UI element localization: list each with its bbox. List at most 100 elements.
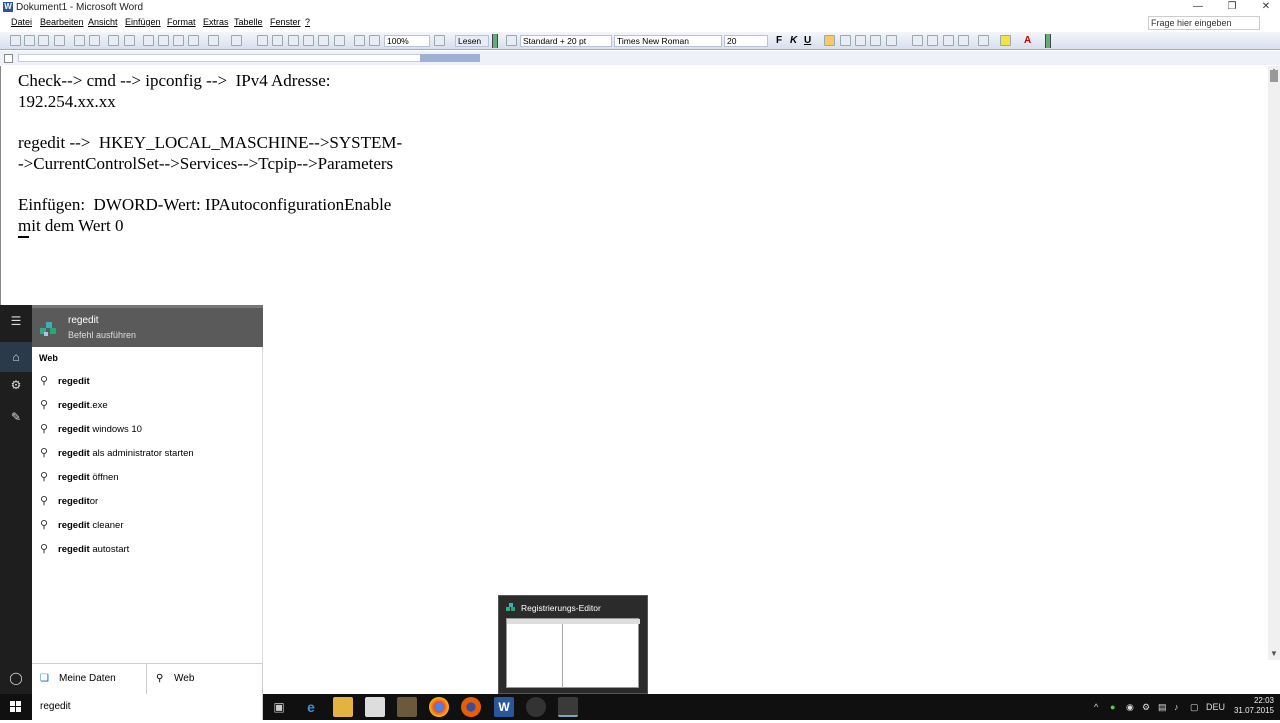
store-icon[interactable] [365,697,385,717]
best-match-item[interactable]: regedit Befehl ausführen [32,305,263,347]
new-document-icon[interactable] [10,35,21,46]
underline-icon[interactable]: U [804,35,811,46]
cut-icon[interactable] [143,35,154,46]
ruler-right-margin[interactable] [420,54,480,62]
highlight-icon[interactable] [1000,35,1011,46]
search-result[interactable]: ⚲ regeditor [32,491,262,513]
menu-help[interactable]: ? [305,17,310,27]
my-stuff-button[interactable]: Meine Daten [59,673,116,684]
search-result[interactable]: ⚲ regedit autostart [32,539,262,561]
zoom-select[interactable]: 100% [384,35,430,47]
format-painter-icon[interactable] [188,35,199,46]
search-result[interactable]: ⚲ regedit öffnen [32,467,262,489]
search-result[interactable]: ⚲ regedit.exe [32,395,262,417]
web-filter-button[interactable]: Web [174,673,194,684]
open-icon[interactable] [24,35,35,46]
show-hide-icon[interactable] [369,35,380,46]
spelling-icon[interactable] [108,35,119,46]
bullets-icon[interactable] [927,35,938,46]
task-view-icon[interactable]: ▣ [269,697,289,717]
columns-icon[interactable] [318,35,329,46]
home-icon[interactable]: ⌂ [8,349,24,365]
increase-indent-icon[interactable] [958,35,969,46]
notifications-icon[interactable]: ▢ [1190,702,1199,713]
settings-icon[interactable]: ⚙ [8,377,24,393]
ask-question-input[interactable]: Frage hier eingeben [1148,16,1260,30]
start-button[interactable] [0,694,32,720]
save-icon[interactable] [38,35,49,46]
media-icon[interactable] [397,697,417,717]
print-icon[interactable] [74,35,85,46]
chrome-icon[interactable] [429,697,449,717]
edge-icon[interactable]: e [301,697,321,717]
align-right-icon[interactable] [855,35,866,46]
research-icon[interactable] [124,35,135,46]
search-result[interactable]: ⚲ regedit als administrator starten [32,443,262,465]
font-color-icon[interactable]: A [1024,35,1031,46]
font-size-select[interactable]: 20 [724,35,768,47]
menu-extras[interactable]: Extras [203,17,229,27]
tray-app-icon[interactable]: ● [1110,702,1115,712]
regedit-icon[interactable] [558,697,578,717]
undo-icon[interactable] [208,35,219,46]
vertical-scrollbar[interactable]: ▲ ▼ [1268,66,1280,660]
menu-bearbeiten[interactable]: Bearbeiten [40,17,84,27]
language-indicator[interactable]: DEU [1206,702,1225,712]
network-icon[interactable]: ▤ [1158,702,1167,713]
menu-datei[interactable]: Datei [11,17,32,27]
volume-icon[interactable]: ♪ [1174,702,1179,712]
insert-table-icon[interactable] [288,35,299,46]
justify-icon[interactable] [870,35,881,46]
tab-selector[interactable] [4,54,13,63]
border-icon[interactable] [978,35,989,46]
help-icon[interactable] [434,35,445,46]
copy-icon[interactable] [158,35,169,46]
tray-shield-icon[interactable]: ◉ [1126,702,1134,713]
drawing-icon[interactable] [334,35,345,46]
hyperlink-icon[interactable] [257,35,268,46]
decrease-indent-icon[interactable] [943,35,954,46]
line-spacing-icon[interactable] [886,35,897,46]
tables-borders-icon[interactable] [272,35,283,46]
menu-ansicht[interactable]: Ansicht [88,17,118,27]
permission-icon[interactable] [54,35,65,46]
menu-fenster[interactable]: Fenster [270,17,301,27]
explorer-icon[interactable] [333,697,353,717]
read-button[interactable]: Lesen [455,35,489,47]
italic-icon[interactable]: K [790,35,797,46]
tray-settings-icon[interactable]: ⚙ [1142,702,1150,713]
styles-pane-icon[interactable] [506,35,517,46]
search-result[interactable]: ⚲ regedit windows 10 [32,419,262,441]
insert-excel-icon[interactable] [303,35,314,46]
search-result[interactable]: ⚲ regedit cleaner [32,515,262,537]
taskbar-thumbnail-preview[interactable]: Registrierungs-Editor [498,595,648,694]
numbering-icon[interactable] [912,35,923,46]
scroll-thumb[interactable] [1270,70,1278,82]
restore-button[interactable]: ❐ [1218,0,1246,15]
scroll-down-icon[interactable]: ▼ [1270,649,1278,658]
bold-icon[interactable]: F [776,35,782,46]
font-select[interactable]: Times New Roman [614,35,722,47]
close-button[interactable]: ✕ [1252,0,1280,15]
style-select[interactable]: Standard + 20 pt [520,35,612,47]
redo-icon[interactable] [231,35,242,46]
clock[interactable]: 22:03 31.07.2015 [1226,696,1274,716]
hamburger-icon[interactable]: ☰ [8,313,24,329]
minimize-button[interactable]: — [1184,0,1212,15]
firefox-icon[interactable] [461,697,481,717]
menu-format[interactable]: Format [167,17,196,27]
menu-tabelle[interactable]: Tabelle [234,17,263,27]
align-left-icon[interactable] [824,35,835,46]
cortana-icon[interactable]: ◯ [8,670,24,686]
show-hidden-icons[interactable]: ^ [1094,702,1098,712]
print-preview-icon[interactable] [89,35,100,46]
paste-icon[interactable] [173,35,184,46]
align-center-icon[interactable] [840,35,851,46]
taskbar-search-input[interactable]: regedit [32,694,263,720]
menu-einfuegen[interactable]: Einfügen [125,17,161,27]
search-result[interactable]: ⚲ regedit [32,371,262,393]
app-icon[interactable] [526,697,546,717]
document-map-icon[interactable] [354,35,365,46]
word-icon[interactable]: W [494,697,514,717]
feedback-icon[interactable]: ✎ [8,409,24,425]
